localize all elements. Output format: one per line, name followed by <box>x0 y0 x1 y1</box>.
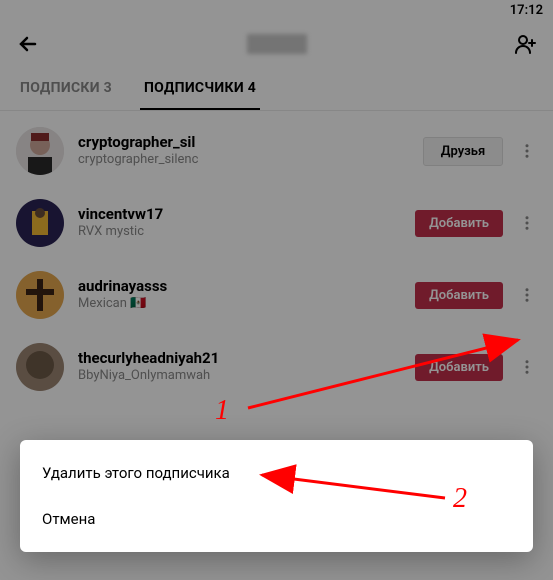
header <box>0 20 553 68</box>
follower-bio: cryptographer_silenc <box>78 152 409 169</box>
follower-row: cryptographer_sil cryptographer_silenc Д… <box>0 115 553 187</box>
avatar[interactable] <box>16 343 64 391</box>
tab-followers[interactable]: ПОДПИСЧИКИ 4 <box>140 68 260 110</box>
follower-name: audrinayasss <box>78 277 401 297</box>
add-button[interactable]: Добавить <box>415 354 503 381</box>
more-icon[interactable] <box>517 142 537 160</box>
friends-button[interactable]: Друзья <box>423 137 503 166</box>
add-button[interactable]: Добавить <box>415 282 503 309</box>
add-user-icon[interactable] <box>513 32 537 56</box>
back-icon[interactable] <box>16 32 40 56</box>
more-icon[interactable] <box>517 358 537 376</box>
follower-info: cryptographer_sil cryptographer_silenc <box>78 133 409 169</box>
more-icon[interactable] <box>517 286 537 304</box>
action-sheet: Удалить этого подписчика Отмена <box>20 440 533 552</box>
follower-name: vincentvw17 <box>78 205 401 225</box>
follower-list: cryptographer_sil cryptographer_silenc Д… <box>0 111 553 403</box>
cancel-option[interactable]: Отмена <box>20 496 533 542</box>
follower-bio: RVX mystic <box>78 224 401 241</box>
status-bar: 17:12 <box>0 0 553 20</box>
follower-row: audrinayasss Mexican 🇲🇽 Добавить <box>0 259 553 331</box>
avatar[interactable] <box>16 127 64 175</box>
avatar[interactable] <box>16 199 64 247</box>
follower-info: vincentvw17 RVX mystic <box>78 205 401 241</box>
status-time: 17:12 <box>510 3 543 18</box>
follower-info: audrinayasss Mexican 🇲🇽 <box>78 277 401 313</box>
more-icon[interactable] <box>517 214 537 232</box>
tab-following[interactable]: ПОДПИСКИ 3 <box>16 68 116 110</box>
follower-name: thecurlyheadniyah21 <box>78 349 401 369</box>
tabs: ПОДПИСКИ 3 ПОДПИСЧИКИ 4 <box>0 68 553 111</box>
delete-follower-option[interactable]: Удалить этого подписчика <box>20 450 533 496</box>
follower-name: cryptographer_sil <box>78 133 409 153</box>
follower-bio: Mexican 🇲🇽 <box>78 296 401 313</box>
follower-row: vincentvw17 RVX mystic Добавить <box>0 187 553 259</box>
add-button[interactable]: Добавить <box>415 210 503 237</box>
avatar[interactable] <box>16 271 64 319</box>
follower-bio: BbyNiya_Onlymamwah <box>78 368 401 385</box>
page-title-blurred <box>247 34 307 54</box>
follower-info: thecurlyheadniyah21 BbyNiya_Onlymamwah <box>78 349 401 385</box>
follower-row: thecurlyheadniyah21 BbyNiya_Onlymamwah Д… <box>0 331 553 403</box>
